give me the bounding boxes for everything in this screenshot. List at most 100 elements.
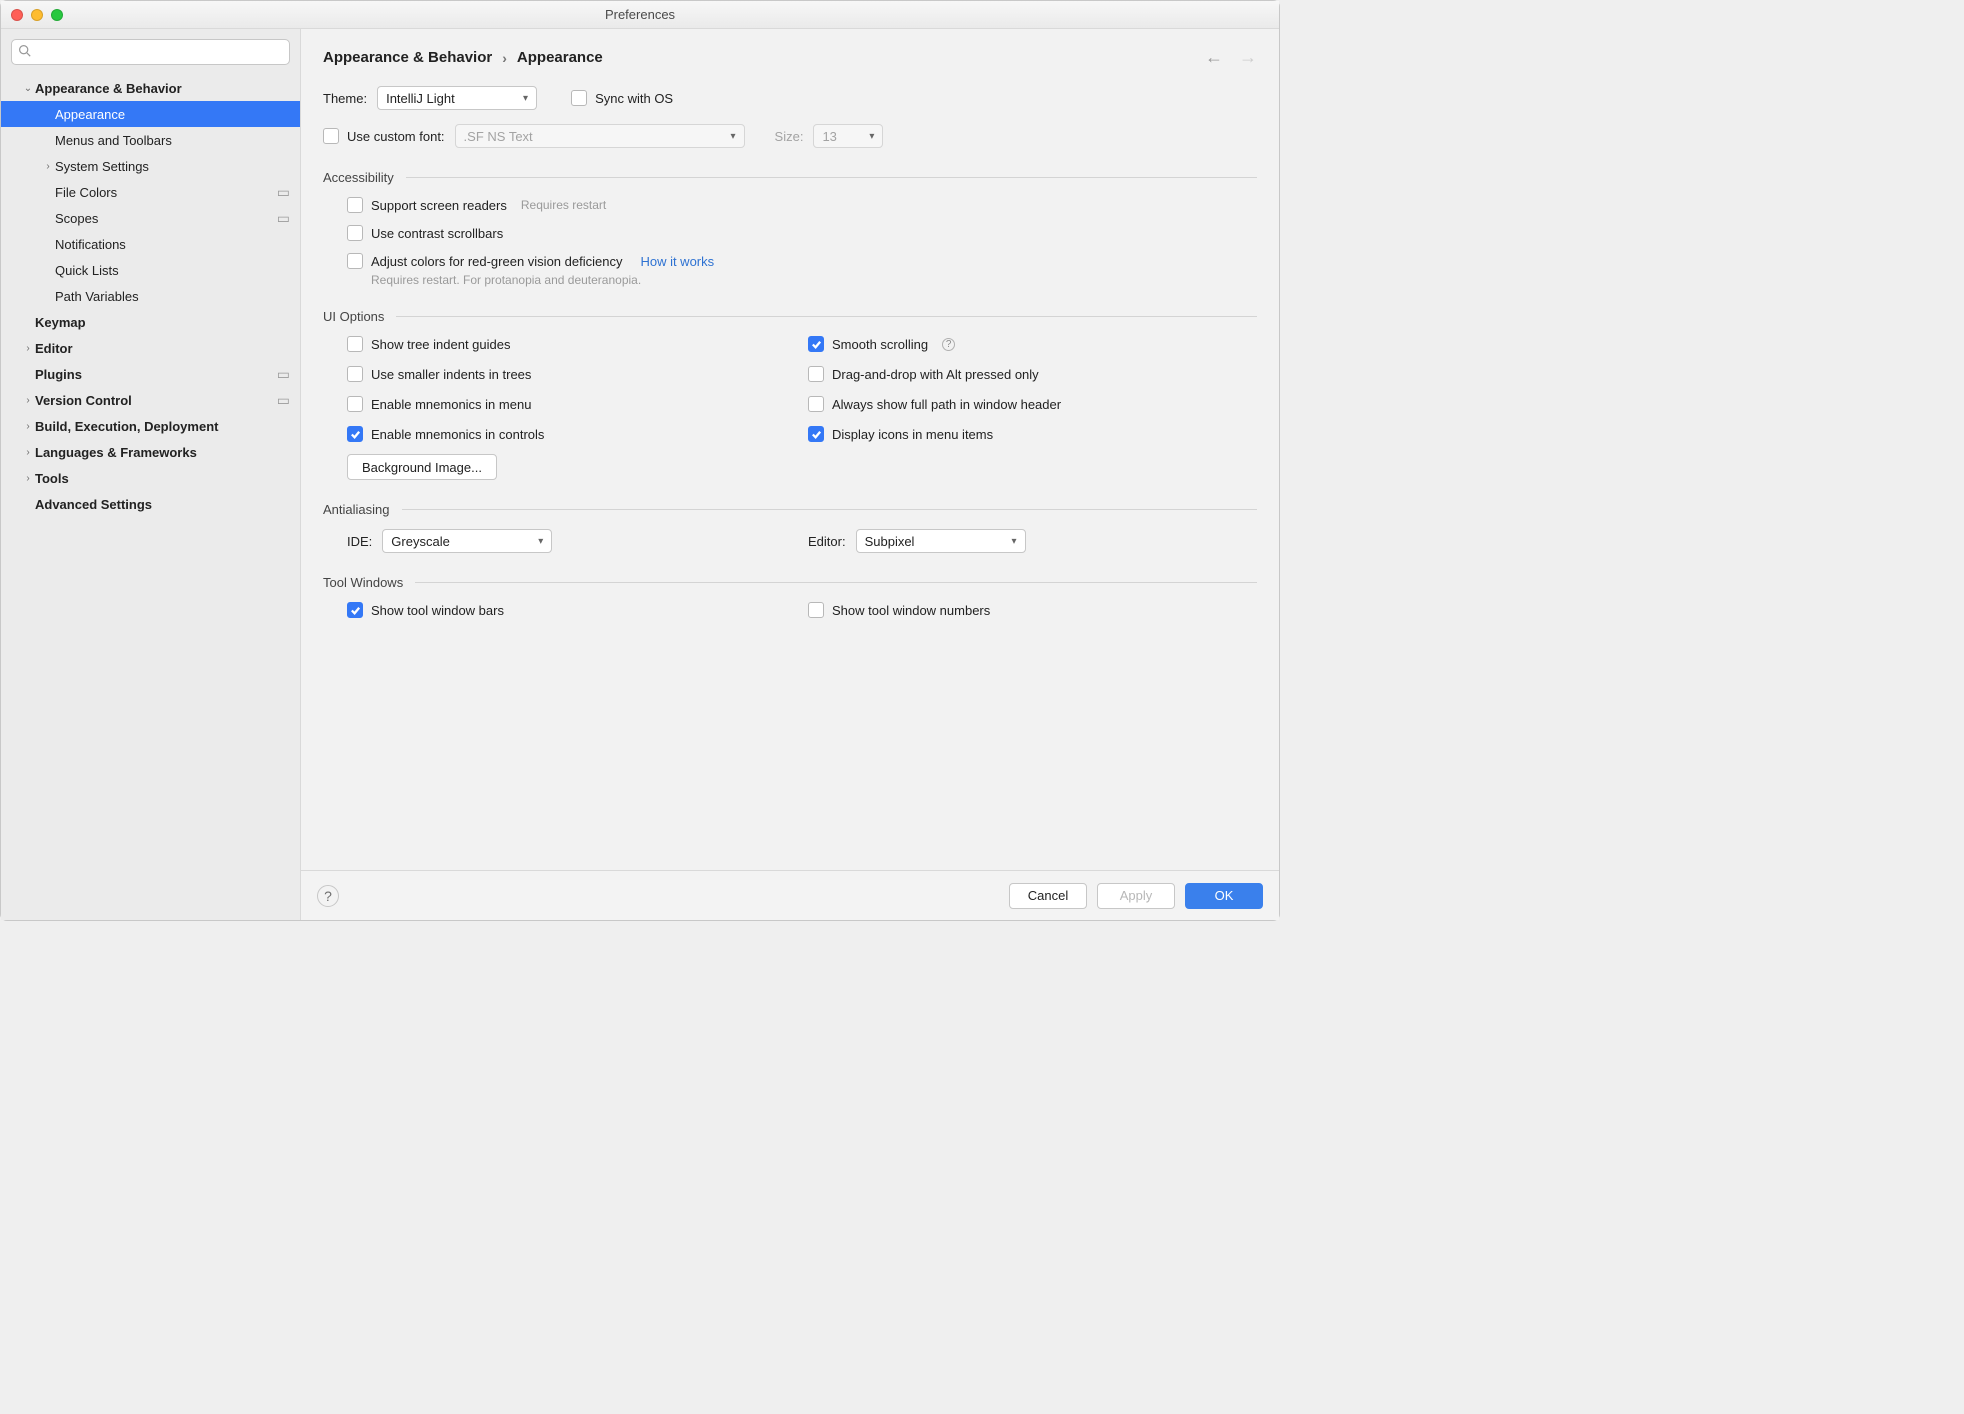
sidebar-item[interactable]: Scopes ▭ <box>1 205 300 231</box>
zoom-window-button[interactable] <box>51 9 63 21</box>
titlebar: Preferences <box>1 1 1279 29</box>
label: Cancel <box>1028 888 1068 903</box>
sidebar-item[interactable]: ›Editor <box>1 335 300 361</box>
preferences-window: Preferences ⌄Appearance & BehaviorAppear… <box>0 0 1280 921</box>
chevron-right-icon: › <box>21 343 35 354</box>
smooth-scrolling-checkbox[interactable]: Smooth scrolling ? <box>808 336 1257 352</box>
sidebar-item[interactable]: Appearance <box>1 101 300 127</box>
cancel-button[interactable]: Cancel <box>1009 883 1087 909</box>
support-screen-readers-label: Support screen readers <box>371 198 507 213</box>
support-screen-readers-checkbox[interactable]: Support screen readers <box>347 197 507 213</box>
search-icon <box>18 44 35 60</box>
sidebar-item[interactable]: ›System Settings <box>1 153 300 179</box>
label: OK <box>1215 888 1234 903</box>
sidebar-item-label: Plugins <box>35 367 82 382</box>
ok-button[interactable]: OK <box>1185 883 1263 909</box>
chevron-down-icon: ▾ <box>1012 536 1017 547</box>
label: Enable mnemonics in menu <box>371 397 531 412</box>
sidebar-item-label: Scopes <box>55 211 98 226</box>
mnemonics-menu-checkbox[interactable]: Enable mnemonics in menu <box>347 396 796 412</box>
use-custom-font-checkbox[interactable]: Use custom font: <box>323 128 445 144</box>
chevron-down-icon: ⌄ <box>21 83 35 94</box>
sidebar-item[interactable]: Quick Lists <box>1 257 300 283</box>
breadcrumb: Appearance & Behavior › Appearance ← → <box>323 47 1257 68</box>
icons-in-menu-checkbox[interactable]: Display icons in menu items <box>808 426 1257 442</box>
sidebar-item[interactable]: ⌄Appearance & Behavior <box>1 75 300 101</box>
sidebar-item-label: Advanced Settings <box>35 497 152 512</box>
sidebar-item[interactable]: ›Languages & Frameworks <box>1 439 300 465</box>
chevron-right-icon: › <box>21 395 35 406</box>
dnd-alt-checkbox[interactable]: Drag-and-drop with Alt pressed only <box>808 366 1257 382</box>
help-button[interactable]: ? <box>317 885 339 907</box>
ide-aa-select[interactable]: Greyscale ▾ <box>382 529 552 553</box>
close-window-button[interactable] <box>11 9 23 21</box>
sidebar-item[interactable]: Advanced Settings <box>1 491 300 517</box>
show-tool-window-bars-checkbox[interactable]: Show tool window bars <box>347 602 796 618</box>
custom-font-size-select[interactable]: 13 ▾ <box>813 124 883 148</box>
sidebar-item-label: Quick Lists <box>55 263 119 278</box>
sync-with-os-checkbox[interactable]: Sync with OS <box>571 90 673 106</box>
sidebar-item[interactable]: ›Version Control▭ <box>1 387 300 413</box>
custom-font-size-value: 13 <box>822 129 836 144</box>
tree-indent-guides-checkbox[interactable]: Show tree indent guides <box>347 336 796 352</box>
help-icon[interactable]: ? <box>942 338 955 351</box>
sidebar-item-label: File Colors <box>55 185 117 200</box>
contrast-scrollbars-checkbox[interactable]: Use contrast scrollbars <box>347 225 1257 241</box>
label: Always show full path in window header <box>832 397 1061 412</box>
sync-with-os-label: Sync with OS <box>595 91 673 106</box>
label: Enable mnemonics in controls <box>371 427 544 442</box>
label: Apply <box>1120 888 1153 903</box>
sidebar-item[interactable]: Keymap <box>1 309 300 335</box>
smaller-indents-checkbox[interactable]: Use smaller indents in trees <box>347 366 796 382</box>
sidebar-item-label: Appearance & Behavior <box>35 81 182 96</box>
custom-font-select[interactable]: .SF NS Text ▾ <box>455 124 745 148</box>
divider <box>415 582 1257 583</box>
theme-value: IntelliJ Light <box>386 91 455 106</box>
accessibility-title: Accessibility <box>323 170 394 185</box>
chevron-right-icon: › <box>41 161 55 172</box>
theme-label: Theme: <box>323 91 367 106</box>
chevron-right-icon: › <box>21 421 35 432</box>
background-image-button[interactable]: Background Image... <box>347 454 497 480</box>
body: ⌄Appearance & BehaviorAppearanceMenus an… <box>1 29 1279 920</box>
nav-forward-button[interactable]: → <box>1239 47 1257 68</box>
nav-back-button[interactable]: ← <box>1205 47 1223 68</box>
sidebar-item[interactable]: Path Variables <box>1 283 300 309</box>
tool-windows-title: Tool Windows <box>323 575 403 590</box>
help-icon: ? <box>324 888 332 904</box>
sidebar-item[interactable]: Notifications <box>1 231 300 257</box>
how-it-works-link[interactable]: How it works <box>640 254 714 269</box>
antialiasing-title: Antialiasing <box>323 502 390 517</box>
sidebar-item-label: Tools <box>35 471 69 486</box>
label: Show tool window bars <box>371 603 504 618</box>
contrast-scrollbars-label: Use contrast scrollbars <box>371 226 503 241</box>
minimize-window-button[interactable] <box>31 9 43 21</box>
apply-button[interactable]: Apply <box>1097 883 1175 909</box>
breadcrumb-current: Appearance <box>517 49 603 66</box>
editor-aa-select[interactable]: Subpixel ▾ <box>856 529 1026 553</box>
sidebar-item[interactable]: ›Build, Execution, Deployment <box>1 413 300 439</box>
sidebar-item[interactable]: Menus and Toolbars <box>1 127 300 153</box>
window-title: Preferences <box>1 7 1279 22</box>
sidebar-item-label: System Settings <box>55 159 149 174</box>
show-tool-window-numbers-checkbox[interactable]: Show tool window numbers <box>808 602 1257 618</box>
sidebar-item[interactable]: Plugins▭ <box>1 361 300 387</box>
breadcrumb-parent[interactable]: Appearance & Behavior <box>323 49 492 66</box>
custom-font-value: .SF NS Text <box>464 129 533 144</box>
mnemonics-controls-checkbox[interactable]: Enable mnemonics in controls <box>347 426 796 442</box>
project-scope-icon: ▭ <box>277 210 290 227</box>
divider <box>402 509 1258 510</box>
ui-options-title: UI Options <box>323 309 384 324</box>
sidebar-item-label: Path Variables <box>55 289 139 304</box>
chevron-right-icon: › <box>502 50 507 66</box>
sidebar-item[interactable]: File Colors▭ <box>1 179 300 205</box>
adjust-colors-checkbox[interactable]: Adjust colors for red-green vision defic… <box>347 253 622 269</box>
search-input[interactable] <box>35 45 283 60</box>
theme-select[interactable]: IntelliJ Light ▾ <box>377 86 537 110</box>
sidebar-item[interactable]: ›Tools <box>1 465 300 491</box>
project-scope-icon: ▭ <box>277 392 290 409</box>
sidebar: ⌄Appearance & BehaviorAppearanceMenus an… <box>1 29 301 920</box>
search-input-container[interactable] <box>11 39 290 65</box>
full-path-checkbox[interactable]: Always show full path in window header <box>808 396 1257 412</box>
traffic-lights <box>11 9 63 21</box>
